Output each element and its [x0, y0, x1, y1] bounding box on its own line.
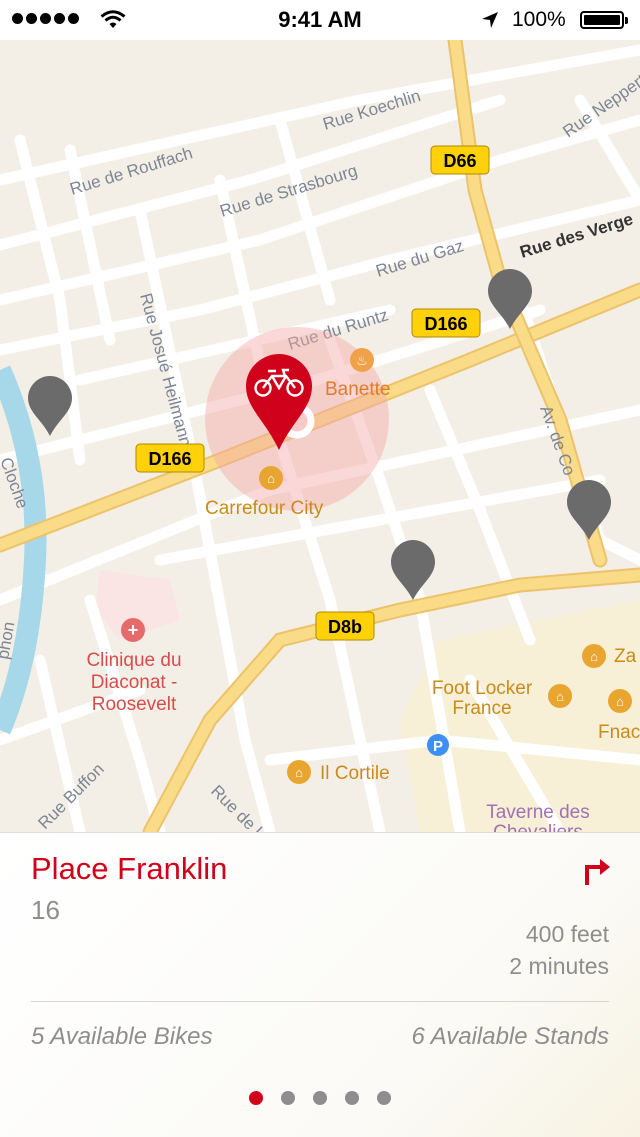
svg-text:Roosevelt: Roosevelt — [92, 694, 177, 715]
page-dot[interactable] — [345, 1091, 359, 1105]
svg-text:D166: D166 — [424, 314, 467, 334]
hospital-cross-icon: + — [128, 620, 139, 640]
status-bar: 9:41 AM 100% — [0, 0, 640, 40]
svg-text:France: France — [452, 698, 511, 719]
page-dot[interactable] — [249, 1091, 263, 1105]
svg-text:D66: D66 — [443, 151, 476, 171]
shopping-bag-icon: ⌂ — [556, 689, 564, 704]
svg-text:Chevaliers: Chevaliers — [493, 822, 583, 832]
road-badge-d66: D66 — [430, 145, 490, 175]
svg-text:Fnac: Fnac — [598, 722, 640, 743]
svg-text:Za: Za — [614, 646, 637, 667]
svg-text:Il Cortile: Il Cortile — [320, 763, 390, 784]
location-arrow-icon — [482, 12, 498, 28]
directions-icon[interactable] — [582, 855, 612, 887]
battery-percent: 100% — [512, 8, 566, 31]
divider — [31, 1001, 609, 1002]
svg-text:Clinique du: Clinique du — [86, 650, 181, 671]
bakery-icon: ♨ — [356, 353, 368, 368]
map-view[interactable]: Rue de Rouffach Rue Koechlin Rue de Stra… — [0, 40, 640, 832]
restaurant-icon: ⌂ — [295, 765, 303, 780]
available-stands: 6 Available Stands — [411, 1023, 609, 1050]
distance: 400 feet — [525, 921, 609, 947]
svg-text:Banette: Banette — [325, 379, 391, 400]
station-number: 16 — [31, 895, 60, 925]
svg-text:Taverne des: Taverne des — [486, 802, 590, 823]
battery-icon — [580, 11, 628, 29]
poi-taverne[interactable]: Taverne des Chevaliers — [486, 802, 590, 832]
parking-marker: P — [427, 734, 449, 756]
road-badge-d166: D166 — [411, 308, 481, 338]
svg-text:Foot Locker: Foot Locker — [432, 678, 533, 699]
svg-text:D166: D166 — [148, 449, 191, 469]
poi-il-cortile[interactable]: ⌂ Il Cortile — [287, 760, 390, 784]
station-name: Place Franklin — [31, 851, 228, 886]
page-indicator[interactable] — [0, 1091, 640, 1105]
walk-duration: 2 minutes — [509, 953, 609, 979]
svg-text:D8b: D8b — [328, 617, 362, 637]
svg-text:Carrefour City: Carrefour City — [205, 498, 324, 519]
road-badge-d8b: D8b — [315, 611, 375, 641]
road-badge-d166: D166 — [135, 443, 205, 473]
shopping-basket-icon: ⌂ — [267, 471, 275, 486]
gift-icon: ⌂ — [616, 694, 624, 709]
shopping-basket-icon: ⌂ — [590, 649, 598, 664]
station-card[interactable]: Place Franklin 16 400 feet 2 minutes 5 A… — [0, 832, 640, 1137]
svg-text:Diaconat -: Diaconat - — [91, 672, 178, 693]
parking-icon: P — [433, 738, 443, 755]
available-bikes: 5 Available Bikes — [31, 1023, 213, 1050]
page-dot[interactable] — [313, 1091, 327, 1105]
page-dot[interactable] — [377, 1091, 391, 1105]
page-dot[interactable] — [281, 1091, 295, 1105]
